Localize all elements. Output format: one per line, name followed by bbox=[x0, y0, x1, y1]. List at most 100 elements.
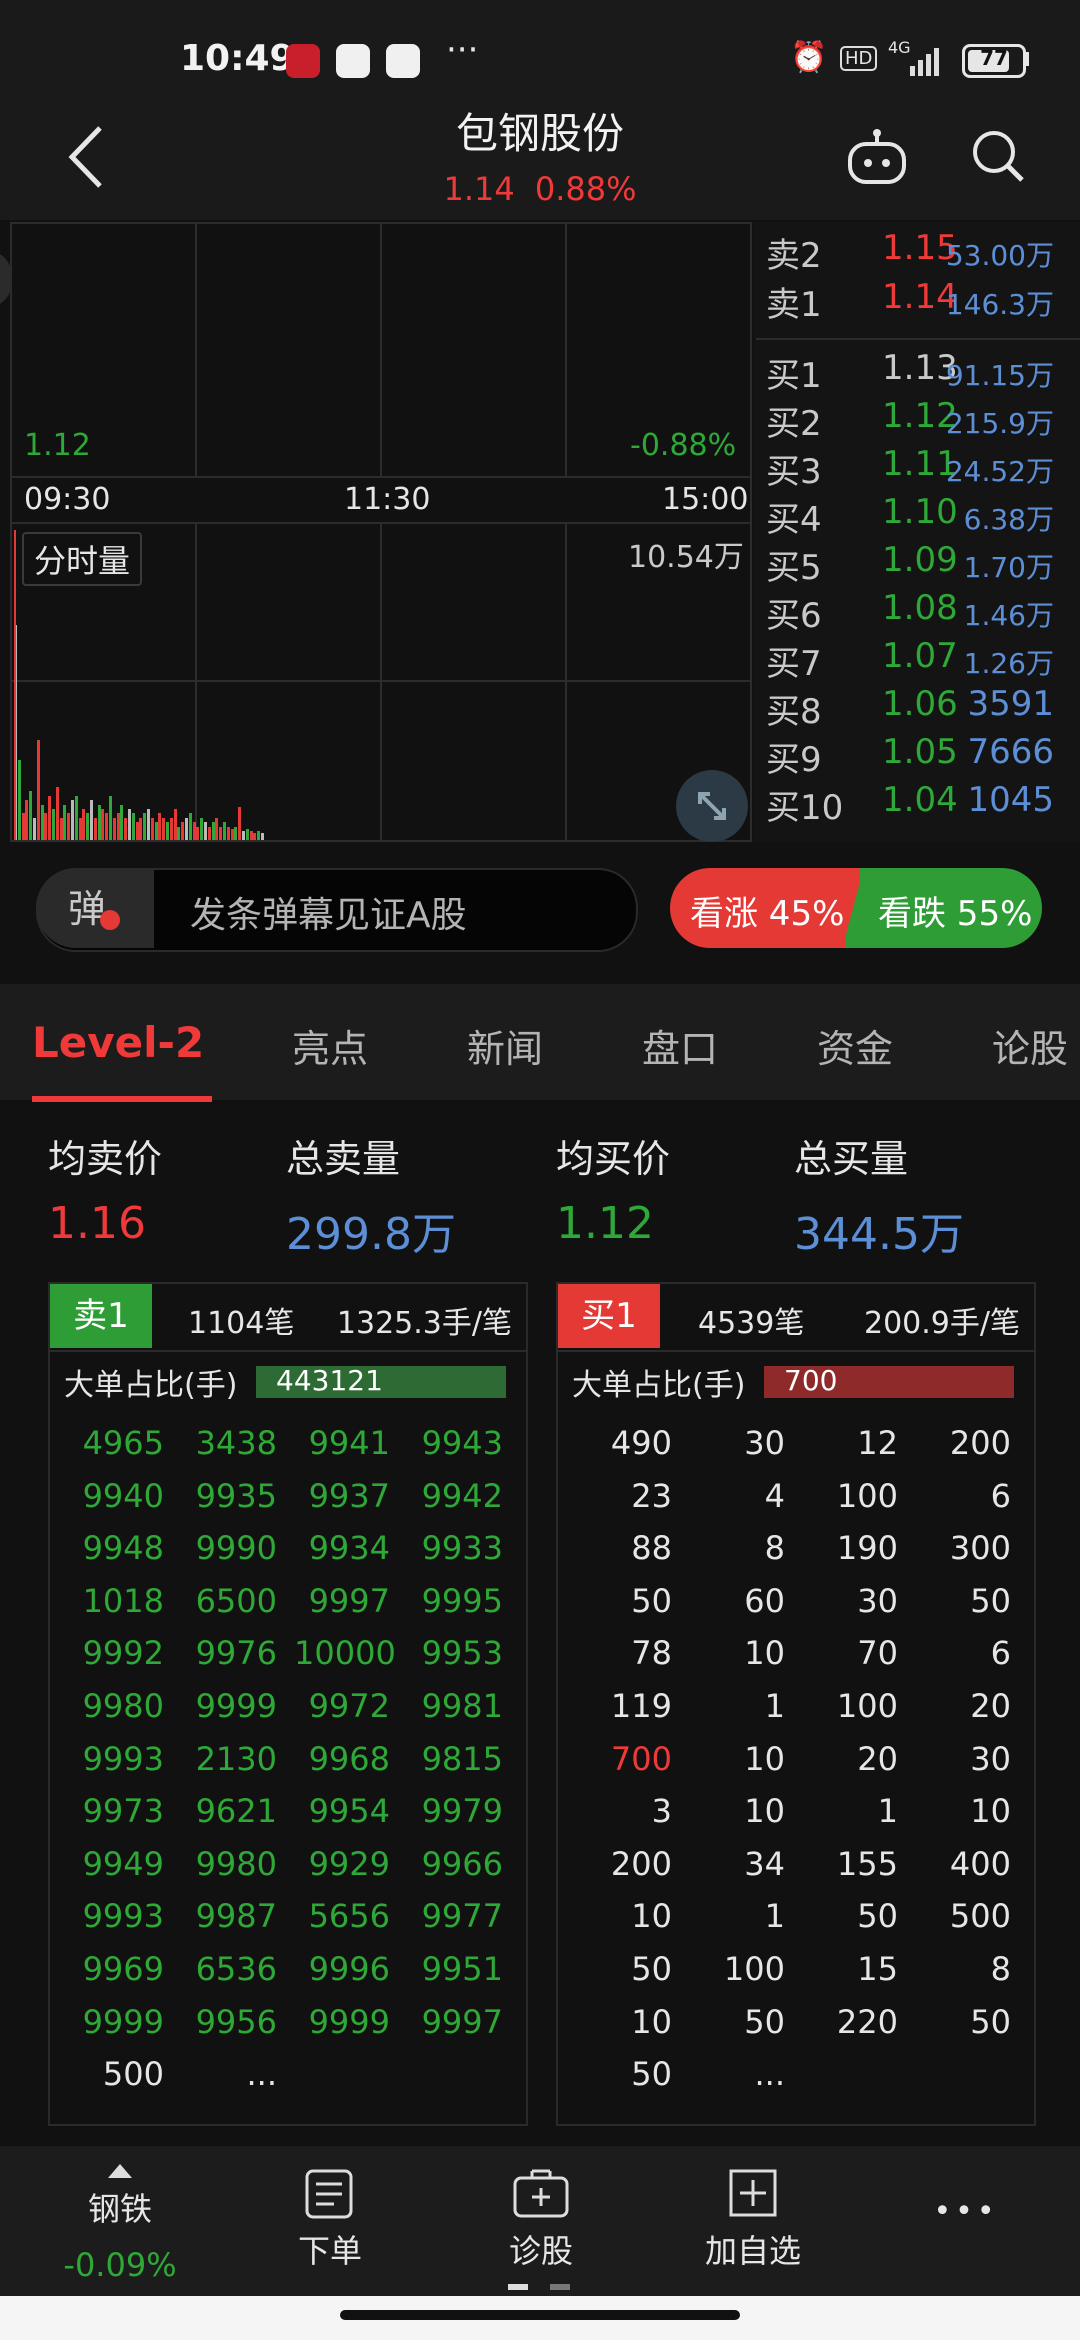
robot-assistant-icon[interactable] bbox=[846, 128, 908, 186]
buy-queue-order: 8 bbox=[990, 1950, 1011, 1988]
danmaku-input[interactable]: 发条弹幕见证A股 bbox=[190, 886, 467, 938]
volume-bar bbox=[120, 805, 124, 840]
bid-volume: 1.70万 bbox=[963, 551, 1054, 584]
tab-funds[interactable]: 资金 bbox=[817, 1018, 893, 1073]
bid-level-10[interactable]: 买10 1.04 1045 bbox=[766, 780, 1080, 828]
danmaku-toggle[interactable]: 弹 bbox=[36, 868, 154, 948]
buy-queue-order: 700 bbox=[610, 1739, 672, 1778]
sell-queue-panel: 卖1 1104笔 1325.3手/笔 大单占比(手) 443121 4965 34… bbox=[48, 1282, 528, 2126]
bid-volume: 91.15万 bbox=[945, 359, 1054, 392]
avg-buy-value: 1.12 bbox=[556, 1198, 654, 1249]
buy-queue-order: 8 bbox=[764, 1529, 785, 1568]
sell-queue-order: 9993 bbox=[82, 1897, 164, 1936]
buy-queue-order: 60 bbox=[744, 1581, 785, 1620]
bid-price: 1.09 bbox=[882, 540, 958, 580]
volume-bar bbox=[33, 818, 36, 840]
bearish-button[interactable]: 看跌 55% bbox=[856, 868, 1042, 948]
ask-label: 卖1 bbox=[766, 285, 822, 325]
buy-queue-order: 155 bbox=[836, 1844, 898, 1883]
volume-bar bbox=[74, 796, 78, 840]
volume-bar bbox=[230, 829, 234, 840]
sell-queue-order: ... bbox=[246, 2055, 277, 2094]
sell-queue-order: 9997 bbox=[308, 1581, 390, 1620]
sell-queue-order: 9980 bbox=[82, 1687, 164, 1725]
ask-level-1[interactable]: 卖2 1.15 53.00万 bbox=[766, 228, 1080, 276]
volume-bar bbox=[105, 813, 109, 840]
tab-handicap[interactable]: 盘口 bbox=[642, 1018, 718, 1073]
sell1-badge: 卖1 bbox=[50, 1284, 152, 1348]
sector-name[interactable]: 钢铁 bbox=[40, 2184, 200, 2230]
buy-queue-order: 23 bbox=[631, 1476, 672, 1515]
order-icon[interactable] bbox=[304, 2168, 354, 2220]
sell-queue-order: 9992 bbox=[82, 1634, 164, 1673]
volume-bar bbox=[177, 827, 181, 840]
volume-bar bbox=[242, 831, 245, 840]
buy-queue-order: 10 bbox=[631, 1897, 672, 1936]
volume-bar bbox=[185, 818, 188, 840]
tab-highlights[interactable]: 亮点 bbox=[292, 1018, 368, 1073]
ask-volume: 53.00万 bbox=[945, 239, 1054, 272]
add-watchlist-icon[interactable] bbox=[728, 2168, 778, 2218]
hd-icon: HD bbox=[840, 46, 878, 71]
bid-level-1[interactable]: 买1 1.13 91.15万 bbox=[766, 348, 1080, 396]
volume-bar bbox=[78, 818, 82, 840]
buy-queue-order: 500 bbox=[949, 1897, 1011, 1936]
page-indicator-active bbox=[508, 2284, 528, 2290]
gesture-handle[interactable] bbox=[340, 2310, 740, 2320]
buy-queue-panel: 买1 4539笔 200.9手/笔 大单占比(手) 700 490 30 12 200… bbox=[556, 1282, 1036, 2126]
buy-queue-order: 70 bbox=[857, 1634, 898, 1673]
volume-bar bbox=[150, 818, 154, 840]
intraday-chart[interactable]: 1.12 -0.88% 09:30 11:30 15:00 分时量 10.54万 bbox=[0, 222, 752, 842]
avg-sell-label: 均卖价 bbox=[48, 1137, 163, 1181]
bid-level-3[interactable]: 买3 1.11 24.52万 bbox=[766, 444, 1080, 492]
bid-level-4[interactable]: 买4 1.10 6.38万 bbox=[766, 492, 1080, 540]
more-notifications-icon: ··· bbox=[446, 30, 479, 70]
bid-level-6[interactable]: 买6 1.08 1.46万 bbox=[766, 588, 1080, 636]
volume-bar bbox=[200, 818, 204, 840]
bid-price: 1.05 bbox=[882, 732, 958, 772]
volume-bar bbox=[238, 807, 242, 840]
buy-queue-order: 200 bbox=[610, 1844, 672, 1883]
bid-level-8[interactable]: 买8 1.06 3591 bbox=[766, 684, 1080, 732]
sector-change: -0.09% bbox=[63, 2246, 177, 2284]
bullish-button[interactable]: 看涨 45% bbox=[670, 868, 856, 948]
bid-level-7[interactable]: 买7 1.07 1.26万 bbox=[766, 636, 1080, 684]
sell-big-order-value: 443121 bbox=[276, 1364, 383, 1397]
search-icon[interactable] bbox=[970, 128, 1026, 186]
sell-queue-order: 9973 bbox=[82, 1792, 164, 1831]
bid-price: 1.08 bbox=[882, 588, 958, 628]
tab-news[interactable]: 新闻 bbox=[467, 1018, 543, 1073]
buy-big-order-value: 700 bbox=[784, 1364, 838, 1397]
bid-level-9[interactable]: 买9 1.05 7666 bbox=[766, 732, 1080, 780]
add-watchlist-button[interactable]: 加自选 bbox=[673, 2226, 833, 2272]
volume-bar bbox=[169, 818, 173, 840]
volume-bar bbox=[59, 818, 63, 840]
bid-label: 买5 bbox=[766, 548, 822, 588]
bid-label: 买7 bbox=[766, 644, 822, 684]
sector-expand-icon[interactable] bbox=[108, 2164, 132, 2178]
buy-queue-order: 50 bbox=[631, 1581, 672, 1620]
buy1-avg: 200.9手/笔 bbox=[864, 1306, 1020, 1341]
buy-queue-order: 10 bbox=[744, 1792, 785, 1831]
sell-queue-order: 9990 bbox=[195, 1529, 277, 1568]
more-icon[interactable]: ••• bbox=[886, 2194, 1046, 2229]
order-button[interactable]: 下单 bbox=[250, 2226, 410, 2272]
volume-bar bbox=[204, 822, 207, 840]
buy-queue-order: 6 bbox=[990, 1476, 1011, 1515]
expand-chart-button[interactable] bbox=[676, 770, 748, 842]
bid-level-5[interactable]: 买5 1.09 1.70万 bbox=[766, 540, 1080, 588]
diagnose-icon[interactable] bbox=[512, 2168, 570, 2220]
sell-queue-order: 1018 bbox=[82, 1581, 164, 1620]
bid-label: 买3 bbox=[766, 452, 822, 492]
ask-level-2[interactable]: 卖1 1.14 146.3万 bbox=[766, 277, 1080, 325]
tab-forum[interactable]: 论股 bbox=[992, 1018, 1068, 1073]
bid-level-2[interactable]: 买2 1.12 215.9万 bbox=[766, 396, 1080, 444]
expand-icon bbox=[698, 792, 726, 820]
tab-level2[interactable]: Level-2 bbox=[32, 1018, 204, 1067]
volume-bar bbox=[261, 833, 264, 840]
sell-queue-order: 6500 bbox=[195, 1581, 277, 1620]
volume-bar bbox=[97, 805, 101, 840]
sell-queue-order: 9941 bbox=[308, 1424, 390, 1462]
bid-label: 买6 bbox=[766, 596, 822, 636]
diagnose-button[interactable]: 诊股 bbox=[461, 2226, 621, 2272]
